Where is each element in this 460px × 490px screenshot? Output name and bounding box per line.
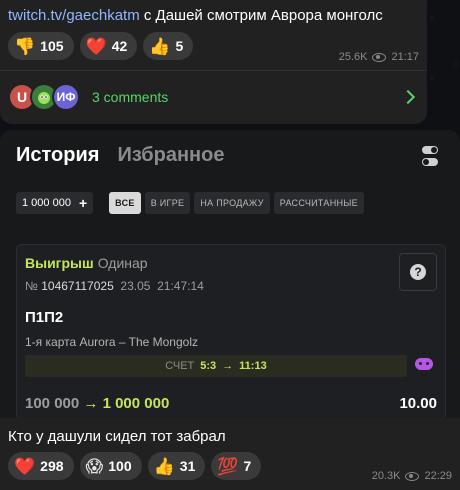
- filter-for-sale: НА ПРОДАЖУ: [194, 192, 270, 214]
- thumbs-down-icon: 👎: [14, 36, 36, 56]
- filter-all: ВСЕ: [109, 192, 141, 214]
- tab-history: История: [16, 144, 100, 166]
- bet-header: Выигрыш Одинар: [25, 255, 148, 271]
- bet-status: Выигрыш: [25, 255, 94, 271]
- reaction-heart[interactable]: ❤️ 298: [8, 452, 74, 480]
- reaction-count: 5: [175, 38, 184, 54]
- filter-in-game: В ИГРЕ: [144, 192, 191, 214]
- tab-favorites: Избранное: [117, 144, 225, 166]
- reaction-count: 31: [179, 458, 196, 474]
- reaction-count: 7: [243, 458, 252, 474]
- view-count: 25.6K: [338, 51, 368, 63]
- bet-outcome: П1П2: [25, 309, 64, 326]
- filter-bar: 1 000 000 + ВСЕ В ИГРЕ НА ПРОДАЖУ РАССЧИ…: [16, 192, 364, 214]
- message-1-meta: 25.6K 21:17: [339, 51, 419, 63]
- eye-icon: [405, 471, 420, 481]
- arrow-right-icon: →: [83, 395, 99, 412]
- thumbs-up-icon: 👍: [149, 36, 171, 56]
- eye-icon: [372, 52, 387, 62]
- twitch-link[interactable]: twitch.tv/gaechkatm: [8, 7, 140, 24]
- bet-time: 21:47:14: [157, 279, 204, 293]
- bet-card: Выигрыш Одинар ? № 10467117025 23.05 21:4…: [16, 244, 446, 418]
- chevron-right-icon: [400, 89, 416, 105]
- reaction-heart[interactable]: ❤️ 42: [79, 32, 138, 60]
- message-time: 21:17: [391, 51, 419, 63]
- reaction-thumbs-up[interactable]: 👍 31: [147, 452, 206, 480]
- reaction-thumbs-up[interactable]: 👍 5: [143, 32, 194, 60]
- message-2-text: Кто у дашули сидел тот забрал: [8, 428, 226, 445]
- reaction-count: 105: [40, 38, 64, 54]
- reaction-count: 100: [108, 458, 132, 474]
- stake-amount: 100 000: [25, 395, 80, 412]
- score-from: 5:3: [200, 360, 217, 372]
- heart-icon: ❤️: [14, 456, 36, 476]
- message-2-meta: 20.3K 22:29: [372, 470, 452, 482]
- score-bar: СЧЕТ 5:3 → 11:13: [25, 355, 407, 377]
- hundred-icon: 💯: [217, 456, 239, 476]
- message-1-reactions: 👎 105 ❤️ 42 👍 5: [8, 32, 194, 60]
- arrow-right-icon: →: [222, 360, 234, 372]
- message-2-reactions: ❤️ 298 😱 100 👍 31 💯 7: [8, 452, 262, 480]
- payout-amount: 1 000 000: [102, 395, 170, 412]
- match-name: 1-я карта Aurora – The Mongolz: [25, 335, 198, 349]
- reaction-scream[interactable]: 😱 100: [79, 452, 142, 480]
- settings-toggle-icon: [422, 146, 438, 168]
- message-bubble-1: twitch.tv/gaechkatm с Дашей смотрим Авро…: [0, 0, 427, 124]
- gamepad-icon: [415, 358, 433, 370]
- comments-label: 3 comments: [92, 89, 169, 105]
- bet-type: Одинар: [97, 255, 148, 271]
- payout-line: 100 000 → 1 000 000: [25, 395, 169, 412]
- bet-history-screenshot[interactable]: История Избранное 1 000 000 + ВСЕ В ИГРЕ…: [0, 130, 460, 418]
- ticket-prefix: №: [25, 279, 38, 293]
- message-bubble-2: История Избранное 1 000 000 + ВСЕ В ИГРЕ…: [0, 130, 460, 490]
- message-1-body: с Дашей смотрим Аврора монголс: [139, 7, 383, 24]
- comments-button[interactable]: U ИФ 3 comments: [8, 80, 419, 114]
- reaction-count: 298: [40, 458, 64, 474]
- amount-box: 1 000 000 +: [16, 192, 94, 214]
- score-to: 11:13: [239, 360, 267, 372]
- scream-face-icon: 😱: [85, 456, 104, 476]
- help-button: ?: [399, 253, 437, 291]
- commenter-avatars: U ИФ: [8, 83, 84, 111]
- reaction-thumbs-down[interactable]: 👎 105: [8, 32, 74, 60]
- heart-icon: ❤️: [85, 36, 107, 56]
- ticket-number: 10467117025: [41, 279, 114, 293]
- question-icon: ?: [410, 264, 426, 280]
- view-count: 20.3K: [371, 470, 401, 482]
- score-label: СЧЕТ: [165, 360, 195, 372]
- avatar: ИФ: [52, 83, 80, 111]
- reaction-count: 42: [111, 38, 128, 54]
- amount-value: 1 000 000: [22, 197, 71, 209]
- filter-settled: РАССЧИТАННЫЕ: [273, 192, 364, 214]
- plus-icon: +: [78, 195, 88, 211]
- bet-odds: 10.00: [399, 395, 437, 412]
- bet-date: 23.05: [120, 279, 151, 293]
- thumbs-up-icon: 👍: [153, 456, 175, 476]
- reaction-hundred[interactable]: 💯 7: [211, 452, 262, 480]
- ticket-line: № 10467117025 23.05 21:47:14: [25, 279, 204, 293]
- history-tabs: История Избранное: [16, 144, 224, 167]
- divider: [0, 70, 427, 71]
- message-time: 22:29: [424, 470, 452, 482]
- message-1-text: twitch.tv/gaechkatm с Дашей смотрим Авро…: [8, 7, 383, 24]
